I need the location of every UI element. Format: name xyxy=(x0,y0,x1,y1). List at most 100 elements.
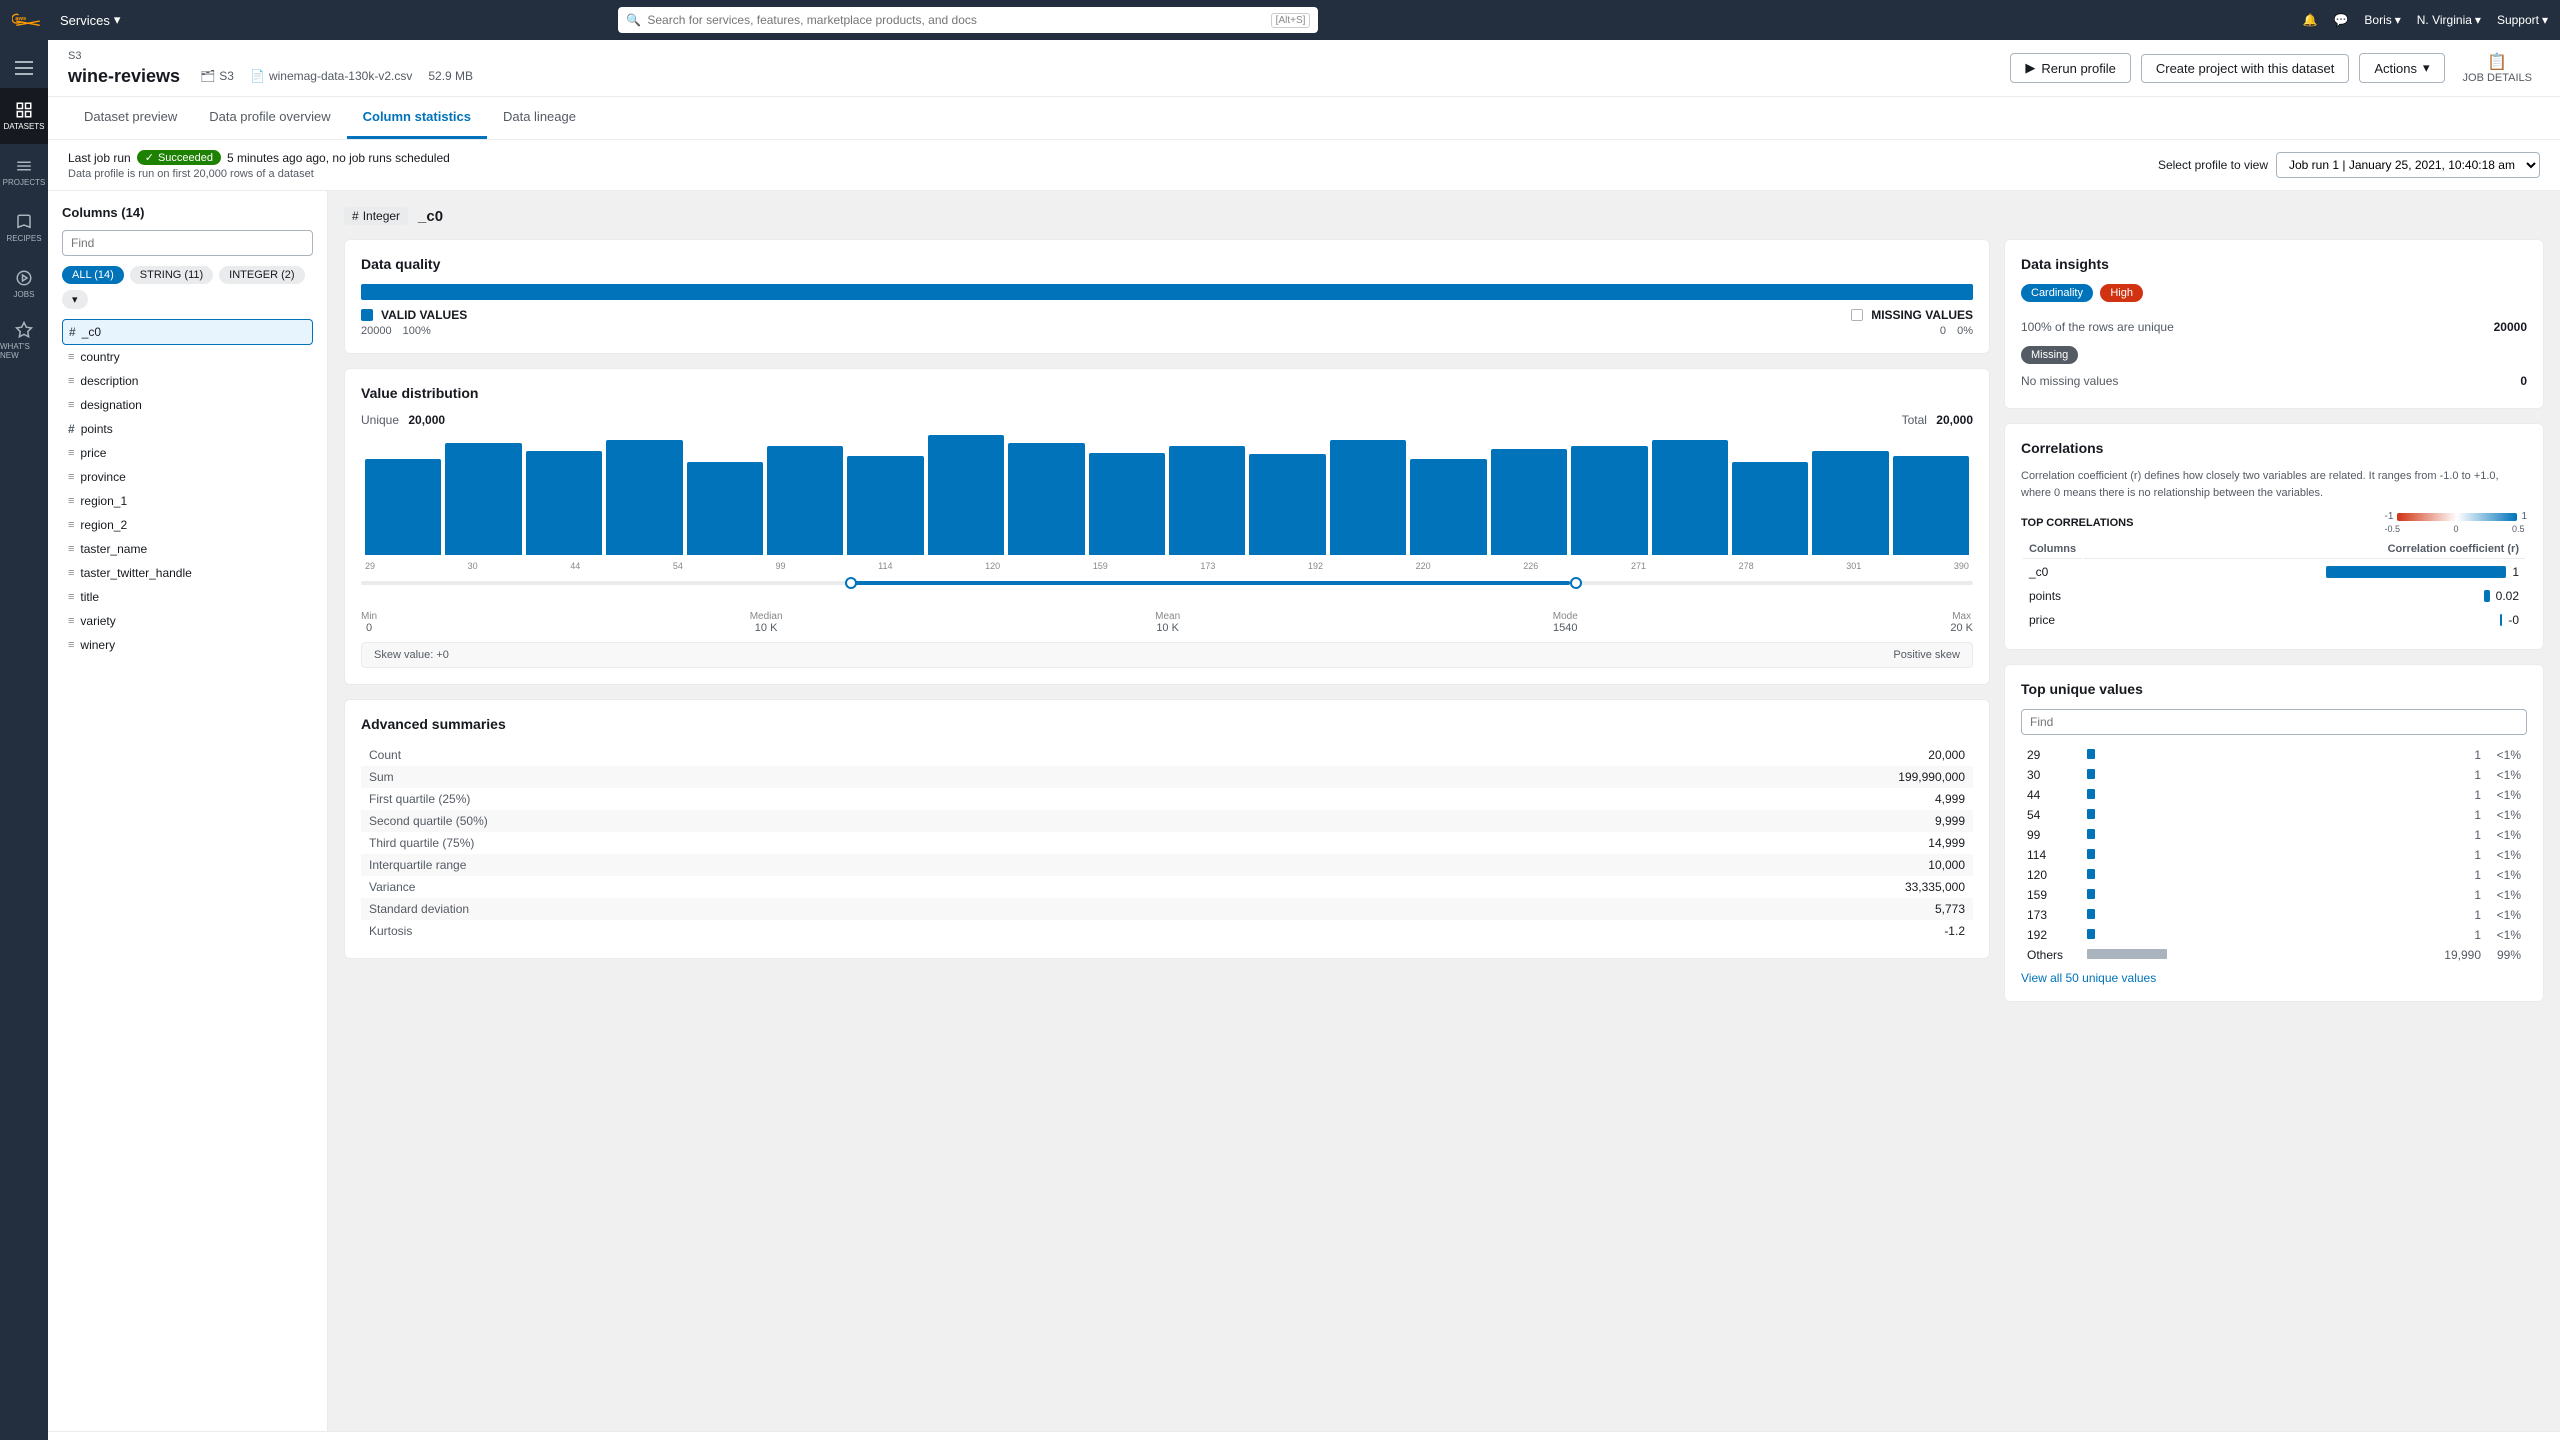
data-quality-card: Data quality VALID VALUES MISSING V xyxy=(344,239,1990,354)
summary-table: Count20,000Sum199,990,000First quartile … xyxy=(361,744,1973,942)
missing-color-swatch xyxy=(1851,309,1863,321)
valid-values-bar xyxy=(361,284,1973,300)
jobs-label: JOBS xyxy=(14,290,35,299)
histogram-bar xyxy=(687,462,763,555)
filter-integer[interactable]: INTEGER (2) xyxy=(219,266,304,284)
advanced-summaries-card: Advanced summaries Count20,000Sum199,990… xyxy=(344,699,1990,959)
aws-logo-icon: aws xyxy=(12,10,44,30)
nav-right-area: 🔔 💬 Boris ▾ N. Virginia ▾ Support ▾ xyxy=(2302,13,2548,27)
job-details-button[interactable]: 📋 JOB DETAILS xyxy=(2455,48,2540,88)
actions-button[interactable]: Actions ▾ xyxy=(2359,53,2444,83)
column-item-taster-twitter[interactable]: ≡ taster_twitter_handle xyxy=(62,561,313,585)
correlations-table: Columns Correlation coefficient (r) _c0 xyxy=(2021,538,2527,633)
histogram-bar xyxy=(526,451,602,555)
corr-row-c0: _c0 1 xyxy=(2023,561,2525,583)
unique-value-row: 1731<1% xyxy=(2021,905,2527,925)
summary-row: Count20,000 xyxy=(361,744,1973,766)
histogram-bar xyxy=(1571,446,1647,555)
histogram-bar xyxy=(847,456,923,555)
range-slider[interactable] xyxy=(361,581,1973,601)
sidebar-item-whats-new[interactable]: WHAT'S NEW xyxy=(0,312,48,368)
search-input[interactable] xyxy=(647,13,1264,27)
user-menu[interactable]: Boris ▾ xyxy=(2364,13,2400,27)
file-info: 🗂 S3 📄 winemag-data-130k-v2.csv 52.9 MB xyxy=(200,69,473,83)
valid-color-swatch xyxy=(361,309,373,321)
histogram xyxy=(361,435,1973,555)
column-item-variety[interactable]: ≡ variety xyxy=(62,609,313,633)
column-item-taster-name[interactable]: ≡ taster_name xyxy=(62,537,313,561)
data-insights-card: Data insights Cardinality High 100% of t… xyxy=(2004,239,2544,409)
projects-label: PROJECTS xyxy=(3,178,46,187)
column-name: _c0 xyxy=(418,208,443,225)
column-item-region2[interactable]: ≡ region_2 xyxy=(62,513,313,537)
unique-values-search[interactable] xyxy=(2021,709,2527,735)
unique-value-row: 541<1% xyxy=(2021,805,2527,825)
column-item-province[interactable]: ≡ province xyxy=(62,465,313,489)
column-type-header: # Integer _c0 xyxy=(344,207,2544,225)
value-distribution-card: Value distribution Unique 20,000 Total 2… xyxy=(344,368,1990,685)
aws-chatbot-icon[interactable]: 💬 xyxy=(2333,13,2348,27)
top-navigation: aws Services ▾ 🔍 [Alt+S] 🔔 💬 Boris ▾ N. … xyxy=(0,0,2560,40)
column-item-c0[interactable]: # _c0 xyxy=(62,319,313,345)
filter-all[interactable]: ALL (14) xyxy=(62,266,124,284)
column-item-description[interactable]: ≡ description xyxy=(62,369,313,393)
tab-data-profile-overview[interactable]: Data profile overview xyxy=(193,97,346,139)
histogram-bar xyxy=(606,440,682,555)
histogram-bar xyxy=(767,446,843,555)
column-item-designation[interactable]: ≡ designation xyxy=(62,393,313,417)
tab-column-statistics[interactable]: Column statistics xyxy=(347,97,487,139)
unique-value-row: 301<1% xyxy=(2021,765,2527,785)
range-thumb-right[interactable] xyxy=(1570,577,1582,589)
create-project-button[interactable]: Create project with this dataset xyxy=(2141,54,2349,83)
filter-bar: ALL (14) STRING (11) INTEGER (2) ▾ xyxy=(62,266,313,309)
range-track xyxy=(361,581,1973,585)
notifications-icon[interactable]: 🔔 xyxy=(2302,13,2317,27)
corr-bar-points xyxy=(2484,590,2490,602)
sidebar-item-projects[interactable]: PROJECTS xyxy=(0,144,48,200)
recipes-label: RECIPES xyxy=(6,234,41,243)
services-button[interactable]: Services ▾ xyxy=(60,12,120,28)
tab-dataset-preview[interactable]: Dataset preview xyxy=(68,97,193,139)
filter-more[interactable]: ▾ xyxy=(62,290,88,309)
support-menu[interactable]: Support ▾ xyxy=(2497,13,2548,27)
unique-value-row: 991<1% xyxy=(2021,825,2527,845)
missing-badge: Missing xyxy=(2021,346,2078,364)
filter-string[interactable]: STRING (11) xyxy=(130,266,213,284)
sidebar-item-jobs[interactable]: JOBS xyxy=(0,256,48,312)
tab-data-lineage[interactable]: Data lineage xyxy=(487,97,592,139)
column-list: # _c0 ≡ country ≡ description ≡ designat… xyxy=(62,319,313,657)
column-item-points[interactable]: # points xyxy=(62,417,313,441)
summary-row: Standard deviation5,773 xyxy=(361,898,1973,920)
rerun-profile-button[interactable]: ▶ Rerun profile xyxy=(2010,53,2130,83)
column-item-winery[interactable]: ≡ winery xyxy=(62,633,313,657)
unique-value-row: 1201<1% xyxy=(2021,865,2527,885)
no-missing-row: No missing values 0 xyxy=(2021,370,2527,392)
range-thumb-left[interactable] xyxy=(845,577,857,589)
column-item-price[interactable]: ≡ price xyxy=(62,441,313,465)
summary-row: Third quartile (75%)14,999 xyxy=(361,832,1973,854)
column-item-country[interactable]: ≡ country xyxy=(62,345,313,369)
corr-bar-price xyxy=(2500,614,2502,626)
histogram-bar xyxy=(1410,459,1486,555)
tabs-bar: Dataset preview Data profile overview Co… xyxy=(48,97,2560,140)
histogram-bar xyxy=(1330,440,1406,555)
sidebar-item-recipes[interactable]: RECIPES xyxy=(0,200,48,256)
summary-row: First quartile (25%)4,999 xyxy=(361,788,1973,810)
view-all-link[interactable]: View all 50 unique values xyxy=(2021,971,2527,985)
skew-bar: Skew value: +0 Positive skew xyxy=(361,642,1973,668)
range-fill xyxy=(845,581,1570,585)
profile-select[interactable]: Job run 1 | January 25, 2021, 10:40:18 a… xyxy=(2276,152,2540,178)
actions-chevron-icon: ▾ xyxy=(2423,60,2430,76)
main-content: S3 wine-reviews 🗂 S3 📄 winemag-data-130k… xyxy=(48,40,2560,1440)
correlation-gradient xyxy=(2397,513,2517,521)
columns-search-input[interactable] xyxy=(62,230,313,256)
region-menu[interactable]: N. Virginia ▾ xyxy=(2417,13,2481,27)
sidebar-item-datasets[interactable]: DATASETS xyxy=(0,88,48,144)
hamburger-menu[interactable] xyxy=(0,48,48,88)
column-item-title[interactable]: ≡ title xyxy=(62,585,313,609)
search-bar[interactable]: 🔍 [Alt+S] xyxy=(618,7,1318,33)
column-item-region1[interactable]: ≡ region_1 xyxy=(62,489,313,513)
page-header: S3 wine-reviews 🗂 S3 📄 winemag-data-130k… xyxy=(48,40,2560,97)
content-area: Columns (14) ALL (14) STRING (11) INTEGE… xyxy=(48,191,2560,1431)
summary-row: Sum199,990,000 xyxy=(361,766,1973,788)
